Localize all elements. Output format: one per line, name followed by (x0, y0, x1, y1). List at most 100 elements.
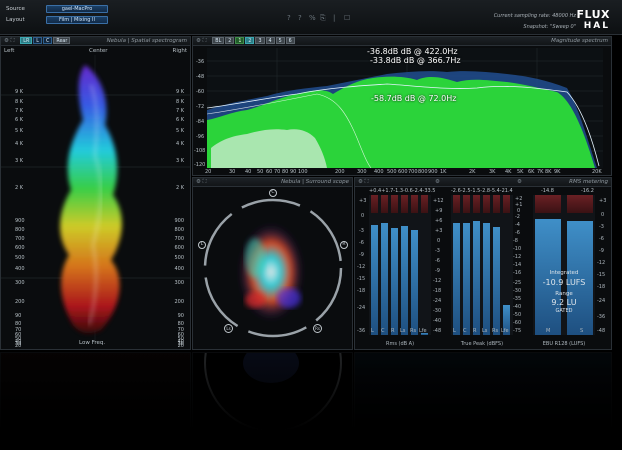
x-tick: 50 (257, 169, 264, 175)
gear-icon[interactable]: ⚙ ⛶ (4, 38, 15, 44)
gear-icon[interactable]: ⚙ ⛶ (196, 179, 207, 185)
true-peak-meter-title: True Peak (dBFS) (460, 341, 504, 347)
freq-tick: 3 K (175, 158, 184, 164)
scale-d-tick: -24 (597, 298, 606, 304)
source-select[interactable]: gael-MacPro (46, 5, 108, 13)
reflection (0, 352, 622, 450)
freq-tick: 300 (174, 280, 184, 286)
snapshot-text: Snapshot: "Sweep 0" (523, 24, 576, 30)
scale-a-tick: -6 (359, 240, 364, 246)
y-tick: -36 (196, 59, 205, 65)
freq-tick: 200 (174, 299, 184, 305)
channel-label: L (453, 328, 456, 334)
gear-icon[interactable]: ⚙ ⛶ (358, 179, 369, 185)
scale-b-tick: +6 (435, 218, 443, 224)
scale-c-tick: -60 (513, 320, 522, 326)
y-tick: -48 (196, 74, 205, 80)
scale-d-tick: 0 (601, 212, 605, 218)
scale-b-tick: -3 (435, 248, 440, 254)
freq-tick: 5 K (175, 128, 184, 134)
freq-tick: 500 (174, 255, 184, 261)
center-label: Center (89, 48, 108, 54)
gear-icon-2[interactable]: ⚙ (435, 178, 440, 187)
speaker-r[interactable]: R (340, 241, 348, 249)
integrated-value: -10.9 LUFS (542, 278, 586, 287)
scale-c-tick: -50 (513, 312, 522, 318)
x-tick: 800 (418, 169, 428, 175)
rms-title: RMS metering (569, 179, 608, 185)
x-tick: 30 (229, 169, 236, 175)
low-freq-label: Low Freq. (79, 340, 106, 346)
spatial-title: Nebula | Spatial spectrogram (106, 38, 187, 44)
scale-b-tick: -18 (433, 288, 442, 294)
rms-title-bar: ⚙ ⛶ ⚙ ⚙ RMS metering (355, 178, 611, 187)
gear-icon-3[interactable]: ⚙ (517, 178, 522, 187)
x-tick: 600 (398, 169, 408, 175)
x-tick: 5K (517, 169, 524, 175)
left-label: Left (4, 48, 15, 54)
freq-tick: 7 K (175, 108, 184, 114)
scale-c-tick: -30 (513, 288, 522, 294)
x-tick: 500 (387, 169, 397, 175)
chip-3[interactable]: 3 (255, 37, 265, 44)
freq-tick: 6 K (15, 117, 24, 123)
separator: | (333, 14, 336, 22)
chip-6[interactable]: 6 (285, 37, 295, 44)
gear-icon[interactable]: ⚙ ⛶ (196, 38, 207, 44)
chip-4[interactable]: 4 (265, 37, 275, 44)
scale-d-tick: -12 (597, 260, 606, 266)
scale-b-tick: +12 (433, 198, 444, 204)
speaker-c[interactable]: C (269, 189, 277, 197)
speaker-ls[interactable]: Ls (224, 324, 233, 333)
chip-bl[interactable]: BL (212, 37, 225, 44)
rms-values-b: -2.6-2.5-1.5-2.8-5.4-21.4 (451, 188, 513, 194)
chip-c[interactable]: C (42, 37, 53, 44)
surround-title-bar: ⚙ ⛶ Nebula | Surround scope (193, 178, 352, 187)
channel-label: Lfe (419, 328, 427, 334)
settings-icon[interactable]: % (309, 14, 316, 22)
chip-rear[interactable]: Rear (53, 37, 71, 44)
freq-tick: 9 K (175, 89, 184, 95)
ebu-meter-title: EBU R128 (LUFS) (542, 341, 586, 347)
range-label: Range (555, 291, 573, 297)
tool-icon[interactable]: ? (298, 14, 302, 22)
freq-tick: 600 (174, 245, 184, 251)
scale-b-tick: -30 (433, 308, 442, 314)
scale-d-tick: -6 (599, 236, 604, 242)
chip-5[interactable]: 5 (275, 37, 285, 44)
layout-select[interactable]: Film | Mixing II (46, 16, 108, 24)
chip-2[interactable]: 2 (245, 37, 255, 44)
scale-b-tick: -48 (433, 328, 442, 334)
help-icon[interactable]: ? (287, 14, 291, 22)
ebu-s-label: S (580, 328, 584, 334)
channel-label: Ls (400, 328, 406, 334)
scale-d-tick: -9 (599, 248, 604, 254)
gated-label: GATED (555, 308, 573, 314)
header-bar: Source gael-MacPro Layout Film | Mixing … (0, 0, 622, 35)
copy-icon[interactable]: ⎘ (320, 14, 326, 23)
channel-label: Rs (410, 328, 417, 334)
scale-a-tick: -9 (359, 252, 364, 258)
scale-b-tick: +9 (435, 208, 443, 214)
x-tick: 9K (554, 169, 561, 175)
chip-l[interactable]: L (33, 37, 42, 44)
speaker-l[interactable]: L (198, 241, 206, 249)
freq-tick: 700 (15, 236, 25, 242)
window-icon[interactable]: ☐ (344, 14, 350, 22)
rms-metering-panel: ⚙ ⛶ ⚙ ⚙ RMS metering +0.4+1.7-1.3-0.6-2.… (354, 177, 612, 350)
scale-a-tick: -15 (357, 276, 366, 282)
chip-2a[interactable]: 2 (225, 37, 235, 44)
channel-label: Lfe (501, 328, 509, 334)
rms-meter-group (369, 195, 431, 335)
x-tick: 80 (282, 169, 289, 175)
x-tick: 90 (290, 169, 297, 175)
x-tick: 7K (537, 169, 544, 175)
scale-c-tick: -14 (513, 262, 522, 268)
channel-label: Rs (492, 328, 499, 334)
chip-1[interactable]: 1 (235, 37, 245, 44)
scale-c-tick: -6 (515, 230, 520, 236)
chip-lr[interactable]: LR (20, 37, 33, 44)
rms-values-a: +0.4+1.7-1.3-0.6-2.4-33.5 (369, 188, 436, 194)
range-value: 9.2 LU (551, 298, 577, 307)
speaker-rs[interactable]: Rs (313, 324, 322, 333)
